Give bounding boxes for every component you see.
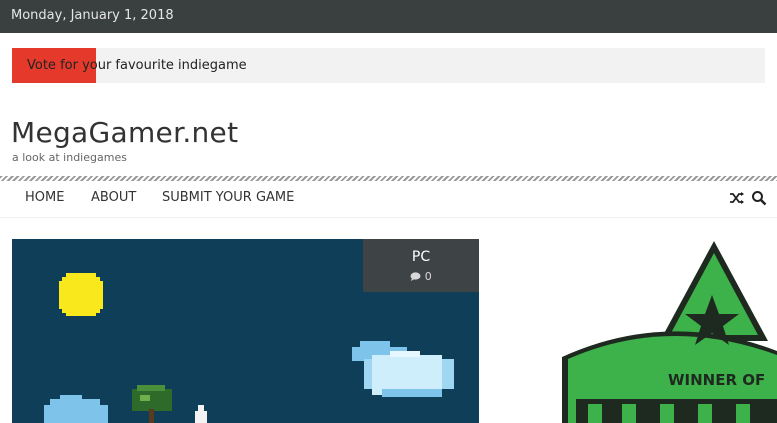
search-icon[interactable] [751, 190, 767, 210]
post-category[interactable]: PC [363, 249, 479, 265]
current-date: Monday, January 1, 2018 [11, 8, 174, 23]
sidebar-award-banner[interactable]: WINNER OF [548, 239, 777, 423]
sun-pixel-art [59, 273, 103, 316]
tree-pixel-art [132, 385, 172, 423]
site-tagline: a look at indiegames [12, 151, 127, 164]
comment-count-row[interactable]: 0 [363, 270, 479, 283]
comment-icon [410, 270, 425, 283]
cloud-pixel-art-left [44, 395, 108, 423]
cloud-pixel-art-right [352, 341, 454, 397]
character-pixel-art [195, 405, 207, 423]
nav-item-home[interactable]: HOME [25, 190, 64, 205]
nav-item-submit-your-game[interactable]: SUBMIT YOUR GAME [162, 190, 294, 205]
shuffle-icon[interactable] [729, 190, 745, 210]
top-bar: Monday, January 1, 2018 [0, 0, 777, 33]
site-title[interactable]: MegaGamer.net [11, 116, 238, 149]
main-navigation: HOME ABOUT SUBMIT YOUR GAME [0, 181, 777, 218]
featured-post-image[interactable]: PC 0 [12, 239, 479, 423]
award-text: WINNER OF [668, 371, 765, 389]
category-badge[interactable]: PC 0 [363, 239, 479, 292]
award-graphic: WINNER OF [562, 241, 777, 423]
comment-count: 0 [424, 270, 432, 283]
ticker-headline[interactable]: Vote for your favourite indiegame [27, 58, 247, 73]
nav-item-about[interactable]: ABOUT [91, 190, 136, 205]
news-ticker[interactable]: Vote for your favourite indiegame [12, 48, 765, 83]
